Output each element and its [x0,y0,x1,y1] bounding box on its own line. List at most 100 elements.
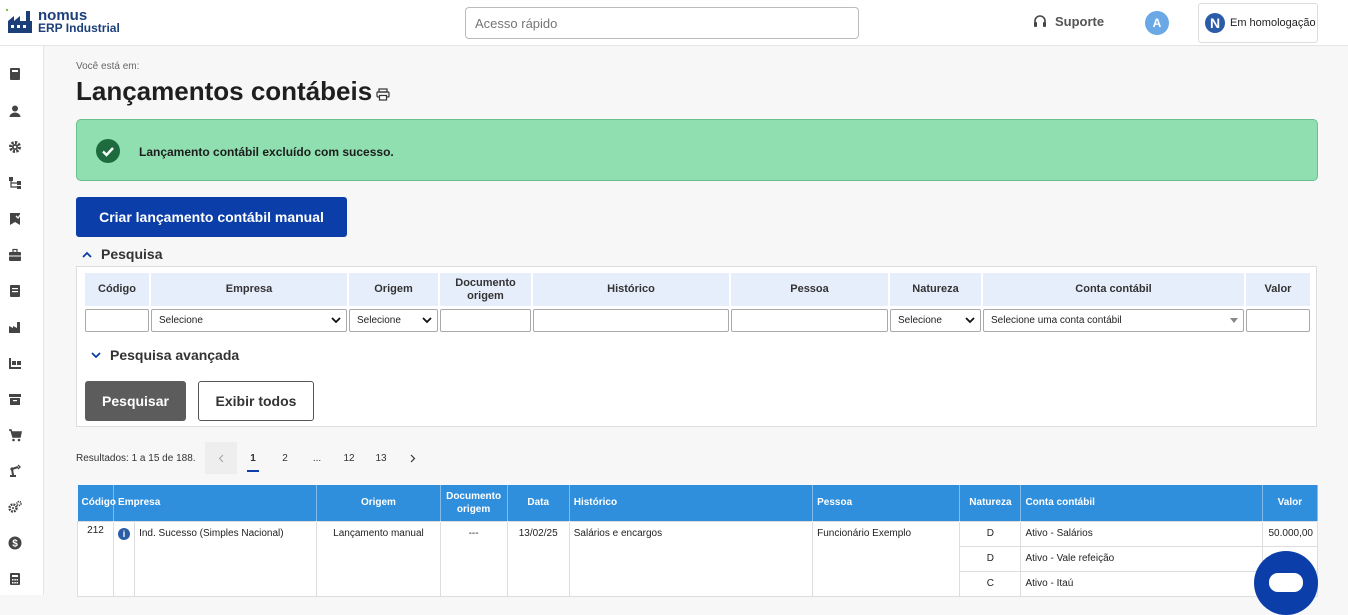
search-panel: Código Empresa Origem Documento origem H… [76,266,1317,427]
advanced-search-toggle[interactable]: Pesquisa avançada [91,347,239,363]
calculator-icon[interactable] [8,572,22,586]
flag-icon[interactable] [8,212,22,226]
cell-natureza: D [959,545,1022,572]
filter-header-empresa: Empresa [151,273,347,306]
book-icon[interactable] [8,67,22,81]
natureza-select-value: Selecione [898,315,942,326]
gear-icon[interactable] [8,140,22,154]
cell-conta: Ativo - Itaú [1020,570,1263,597]
logo-text-line2: ERP Industrial [38,21,120,35]
filter-header-documento: Documento origem [440,273,531,306]
cell-origem: Lançamento manual [316,520,441,597]
col-pessoa[interactable]: Pessoa [812,485,961,521]
chat-bubble-icon [1269,573,1303,592]
document-icon[interactable] [8,284,22,298]
success-alert: Lançamento contábil excluído com sucesso… [76,119,1318,181]
user-icon[interactable] [8,104,22,118]
table-row[interactable]: 212 i Ind. Sucesso (Simples Nacional) La… [76,520,1319,597]
print-icon[interactable] [376,88,390,101]
filter-header-origem: Origem [349,273,438,306]
search-button[interactable]: Pesquisar [85,381,186,421]
user-avatar[interactable]: A [1145,11,1169,35]
cell-conta: Ativo - Salários [1020,520,1263,547]
col-valor[interactable]: Valor [1262,485,1319,521]
previous-page-button[interactable] [205,442,237,474]
cell-historico: Salários e encargos [568,520,814,597]
page-button-1[interactable]: 1 [237,442,269,474]
col-codigo[interactable]: Código [77,485,116,521]
filter-header-natureza: Natureza [890,273,981,306]
info-icon[interactable]: i [118,527,131,540]
chevron-left-icon [218,454,224,462]
hierarchy-icon[interactable] [8,176,22,190]
valor-filter-input[interactable] [1246,309,1310,332]
col-data[interactable]: Data [507,485,570,521]
check-circle-icon [96,139,120,163]
origem-select-value: Selecione [357,315,401,326]
gears-icon[interactable] [8,500,22,514]
cell-pessoa: Funcionário Exemplo [812,520,961,597]
page-button-13[interactable]: 13 [365,442,397,474]
pagination: 1 2 ... 12 13 [205,442,429,474]
search-section-toggle[interactable]: Pesquisa [82,246,162,262]
robot-arm-icon[interactable] [8,464,22,478]
support-link[interactable]: Suporte [1033,14,1104,29]
top-bar: nomus ERP Industrial Suporte A N Em homo… [0,0,1348,46]
environment-badge[interactable]: N Em homologação [1198,3,1318,43]
pessoa-filter-input[interactable] [731,309,888,332]
headset-icon [1034,14,1046,27]
cell-documento: --- [439,520,508,597]
filter-header-valor: Valor [1246,273,1310,306]
sidebar: $ [0,46,44,595]
svg-text:$: $ [12,539,18,550]
factory-logo-icon [6,9,34,35]
filter-header-codigo: Código [85,273,149,306]
cell-data: 13/02/25 [506,520,570,597]
page-button-2[interactable]: 2 [269,442,301,474]
dollar-icon[interactable]: $ [8,536,22,550]
filter-header-historico: Histórico [533,273,729,306]
cell-empresa: Ind. Sucesso (Simples Nacional) [134,520,318,597]
quick-access-input[interactable] [465,7,859,39]
chevron-down-icon [331,317,341,324]
chevron-down-icon [91,351,101,358]
page-title: Lançamentos contábeis [76,76,373,106]
col-conta[interactable]: Conta contábil [1020,485,1263,521]
caret-down-icon [1230,318,1238,323]
col-empresa[interactable]: Empresa [113,485,318,521]
cell-valor: 50.000,00 [1261,520,1319,547]
results-count: Resultados: 1 a 15 de 188. [76,453,196,464]
breadcrumb: Você está em: [76,61,140,72]
cart-icon[interactable] [8,428,22,442]
next-page-button[interactable] [397,442,429,474]
advanced-search-label: Pesquisa avançada [110,347,240,363]
chevron-down-icon [965,317,975,324]
historico-filter-input[interactable] [533,309,729,332]
documento-filter-input[interactable] [440,309,531,332]
archive-icon[interactable] [8,392,22,406]
empresa-select-value: Selecione [159,315,203,326]
col-origem[interactable]: Origem [316,485,441,521]
briefcase-icon[interactable] [8,248,22,262]
col-historico[interactable]: Histórico [569,485,814,521]
chat-button[interactable] [1254,551,1318,615]
chevron-right-icon [410,454,416,462]
show-all-button[interactable]: Exibir todos [198,381,314,421]
conta-contabil-select[interactable]: Selecione uma conta contábil [983,309,1244,332]
filter-header-pessoa: Pessoa [731,273,888,306]
info-cell: i [113,520,136,597]
chevron-up-icon [82,251,92,258]
support-label: Suporte [1055,14,1105,29]
natureza-select[interactable]: Selecione [890,309,981,332]
create-manual-entry-button[interactable]: Criar lançamento contábil manual [76,197,347,237]
empresa-select[interactable]: Selecione [151,309,347,332]
codigo-filter-input[interactable] [85,309,149,332]
page-button-12[interactable]: 12 [333,442,365,474]
forklift-icon[interactable] [8,356,22,370]
col-documento[interactable]: Documento origem [440,485,508,521]
chevron-down-icon [422,317,432,324]
nomus-logo[interactable]: nomus ERP Industrial [6,8,120,35]
col-natureza[interactable]: Natureza [959,485,1022,521]
factory-icon[interactable] [8,320,22,334]
origem-select[interactable]: Selecione [349,309,438,332]
